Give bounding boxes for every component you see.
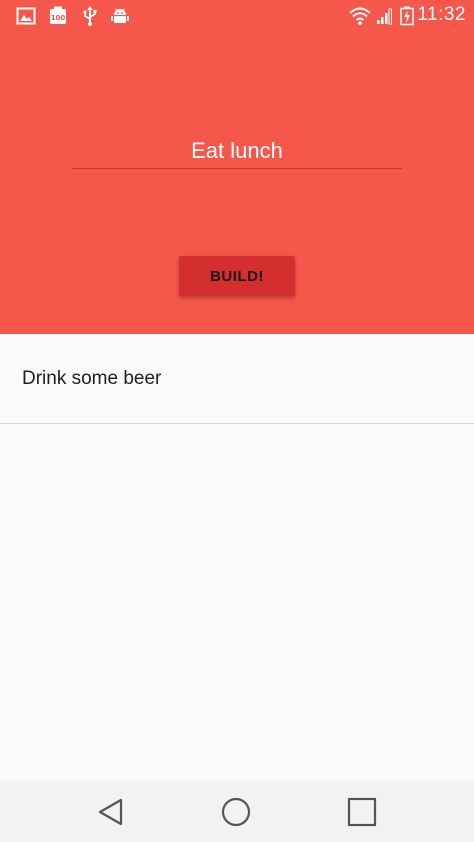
battery-charging-icon — [400, 6, 414, 26]
usb-icon — [83, 6, 97, 26]
build-button[interactable]: BUILD! — [179, 256, 295, 296]
status-time: 11:32 — [417, 4, 466, 25]
wifi-icon — [349, 7, 371, 25]
list-item[interactable]: Drink some beer — [0, 334, 474, 424]
task-input[interactable] — [72, 133, 402, 169]
battery-saver-100-icon: 100 — [50, 6, 66, 24]
status-bar: 100 11:32 — [0, 0, 474, 33]
image-icon — [16, 7, 36, 25]
task-builder-panel: BUILD! — [0, 33, 474, 334]
battery-saver-label: 100 — [51, 14, 66, 22]
home-icon[interactable] — [219, 795, 253, 829]
signal-icon — [377, 8, 392, 25]
task-list: Drink some beer — [0, 334, 474, 424]
recents-icon[interactable] — [345, 795, 379, 829]
back-icon[interactable] — [94, 795, 128, 829]
navigation-bar — [0, 781, 474, 842]
list-item-label: Drink some beer — [22, 367, 162, 389]
android-debug-icon — [111, 8, 129, 23]
